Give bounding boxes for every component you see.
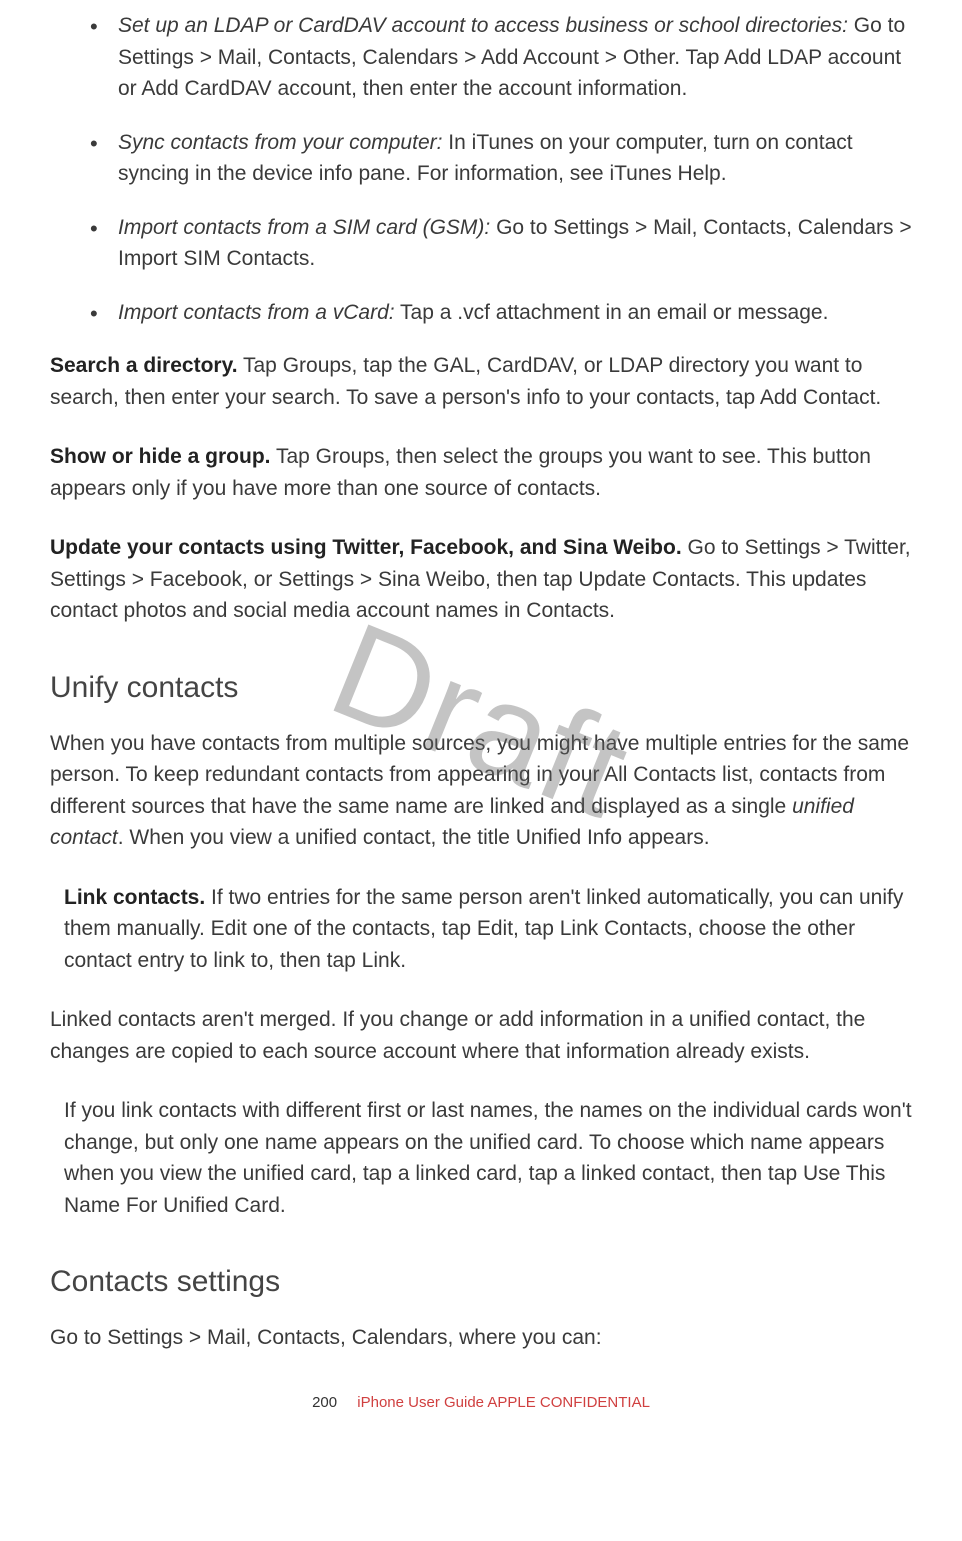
bullet-lead: Import contacts from a vCard: (118, 301, 395, 324)
page-number: 200 (312, 1394, 337, 1411)
bullet-item-sim: Import contacts from a SIM card (GSM): G… (90, 212, 912, 275)
bullet-lead: Sync contacts from your computer: (118, 131, 442, 154)
heading-contacts-settings: Contacts settings (50, 1259, 912, 1304)
para-bold: Update your contacts using Twitter, Face… (50, 536, 682, 559)
document-content: Set up an LDAP or CardDAV account to acc… (50, 10, 912, 1354)
para-bold: Link contacts. (64, 886, 205, 909)
para-update-contacts: Update your contacts using Twitter, Face… (50, 532, 912, 627)
bullet-item-ldap: Set up an LDAP or CardDAV account to acc… (90, 10, 912, 105)
para-show-hide-group: Show or hide a group. Tap Groups, then s… (50, 441, 912, 504)
bullet-item-sync: Sync contacts from your computer: In iTu… (90, 127, 912, 190)
para-bold: Search a directory. (50, 354, 238, 377)
para-not-merged: Linked contacts aren't merged. If you ch… (50, 1004, 912, 1067)
bullet-list: Set up an LDAP or CardDAV account to acc… (50, 10, 912, 328)
para-search-directory: Search a directory. Tap Groups, tap the … (50, 350, 912, 413)
page-footer: 200 iPhone User Guide APPLE CONFIDENTIAL (50, 1394, 912, 1411)
bullet-item-vcard: Import contacts from a vCard: Tap a .vcf… (90, 297, 912, 329)
bullet-rest: Tap a .vcf attachment in an email or mes… (395, 301, 829, 324)
bullet-lead: Import contacts from a SIM card (GSM): (118, 216, 490, 239)
bullet-lead: Set up an LDAP or CardDAV account to acc… (118, 14, 848, 37)
heading-unify-contacts: Unify contacts (50, 665, 912, 710)
unify-intro-pre: When you have contacts from multiple sou… (50, 732, 909, 818)
para-link-contacts: Link contacts. If two entries for the sa… (50, 882, 912, 977)
para-settings-intro: Go to Settings > Mail, Contacts, Calenda… (50, 1322, 912, 1354)
confidential-label: APPLE CONFIDENTIAL (484, 1394, 650, 1411)
para-diff-names: If you link contacts with different firs… (50, 1095, 912, 1221)
para-bold: Show or hide a group. (50, 445, 271, 468)
para-unify-intro: When you have contacts from multiple sou… (50, 728, 912, 854)
unify-intro-post: . When you view a unified contact, the t… (118, 826, 710, 849)
guide-name: iPhone User Guide (357, 1394, 484, 1411)
